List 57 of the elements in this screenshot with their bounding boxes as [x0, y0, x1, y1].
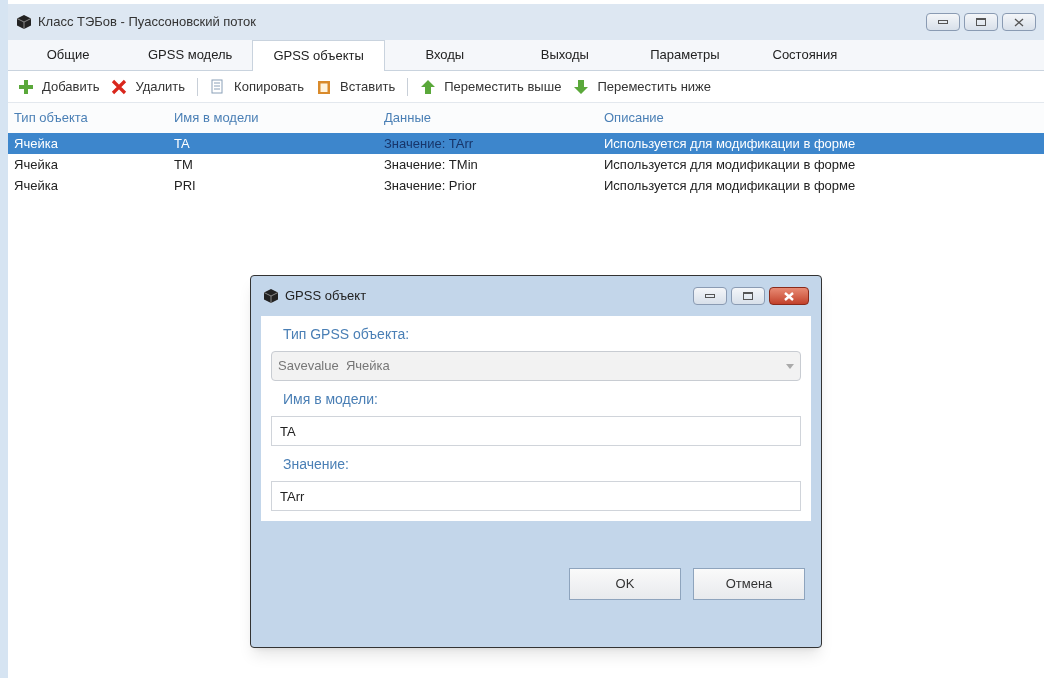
cube-icon [16, 14, 32, 30]
minimize-button[interactable] [693, 287, 727, 305]
table-cell-text: Ячейка [13, 155, 59, 174]
tab[interactable]: Состояния [744, 40, 865, 70]
arrow-up-icon [420, 78, 437, 95]
minimize-button[interactable] [926, 13, 960, 31]
close-icon [784, 291, 794, 301]
table-cell-text: Ячейка [13, 176, 59, 195]
table-cell-text: Используется для модификации в форме [603, 155, 857, 174]
table-cell-text: TA [173, 134, 191, 153]
cross-icon [111, 78, 128, 95]
table-cell-text: TM [173, 155, 194, 174]
text-field[interactable]: TArr [271, 481, 801, 511]
toolbar-button[interactable]: Переместить ниже [569, 76, 715, 97]
clipboard-icon [316, 78, 333, 95]
column-header[interactable]: Данные [378, 108, 598, 128]
column-header[interactable]: Тип объекта [8, 108, 168, 128]
toolbar-button[interactable]: Переместить выше [416, 76, 566, 97]
table-cell-text: Значение: Prior [383, 176, 478, 195]
plus-icon [18, 78, 34, 95]
tab[interactable]: Входы [384, 40, 505, 70]
table-row[interactable]: Ячейка PRI Значение: Prior Используется для модификации в форме [8, 175, 1044, 196]
toolbar-button[interactable]: Удалить [107, 76, 190, 97]
dialog-button[interactable]: Отмена [693, 568, 805, 600]
cube-icon [263, 288, 279, 304]
tab[interactable]: GPSS модель [128, 40, 253, 70]
tab[interactable]: Общие [8, 40, 128, 70]
table-row[interactable]: Ячейка TA Значение: TArr Используется для модификации в форме [8, 133, 1044, 154]
field-label: Значение: [282, 455, 350, 474]
table-cell-text: Используется для модификации в форме [603, 176, 857, 195]
table-cell-text: Ячейка [13, 134, 59, 153]
field-label: Имя в модели: [282, 390, 379, 409]
toolbar-button[interactable]: Копировать [206, 76, 309, 97]
table-cell-text: Значение: TArr [383, 134, 475, 153]
toolbar-button[interactable]: Добавить [14, 76, 104, 97]
field-label: Тип GPSS объекта: [282, 325, 411, 344]
table-cell-text: PRI [173, 176, 197, 195]
close-button[interactable] [769, 287, 809, 305]
column-header[interactable]: Имя в модели [168, 108, 378, 128]
tab[interactable]: GPSS объекты [252, 40, 385, 71]
close-button[interactable] [1002, 13, 1036, 31]
tab[interactable]: Параметры [624, 40, 745, 70]
arrow-down-icon [573, 78, 590, 95]
tab[interactable]: Выходы [504, 40, 625, 70]
text-field[interactable]: TA [271, 416, 801, 446]
maximize-button[interactable] [731, 287, 765, 305]
table-row[interactable]: Ячейка TM Значение: TMin Используется для модификации в форме [8, 154, 1044, 175]
toolbar-button[interactable]: Вставить [312, 76, 400, 97]
column-header[interactable]: Описание [598, 108, 1044, 128]
table-cell-text: Значение: TMin [383, 155, 479, 174]
dialog-button[interactable]: OK [569, 568, 681, 600]
table-cell-text: Используется для модификации в форме [603, 134, 857, 153]
dialog-title: GPSS объект [285, 287, 367, 306]
close-icon [1014, 17, 1024, 27]
window-title: Класс ТЭБов - Пуассоновский поток [38, 13, 256, 32]
maximize-button[interactable] [964, 13, 998, 31]
dropdown-arrow-icon [786, 363, 794, 369]
